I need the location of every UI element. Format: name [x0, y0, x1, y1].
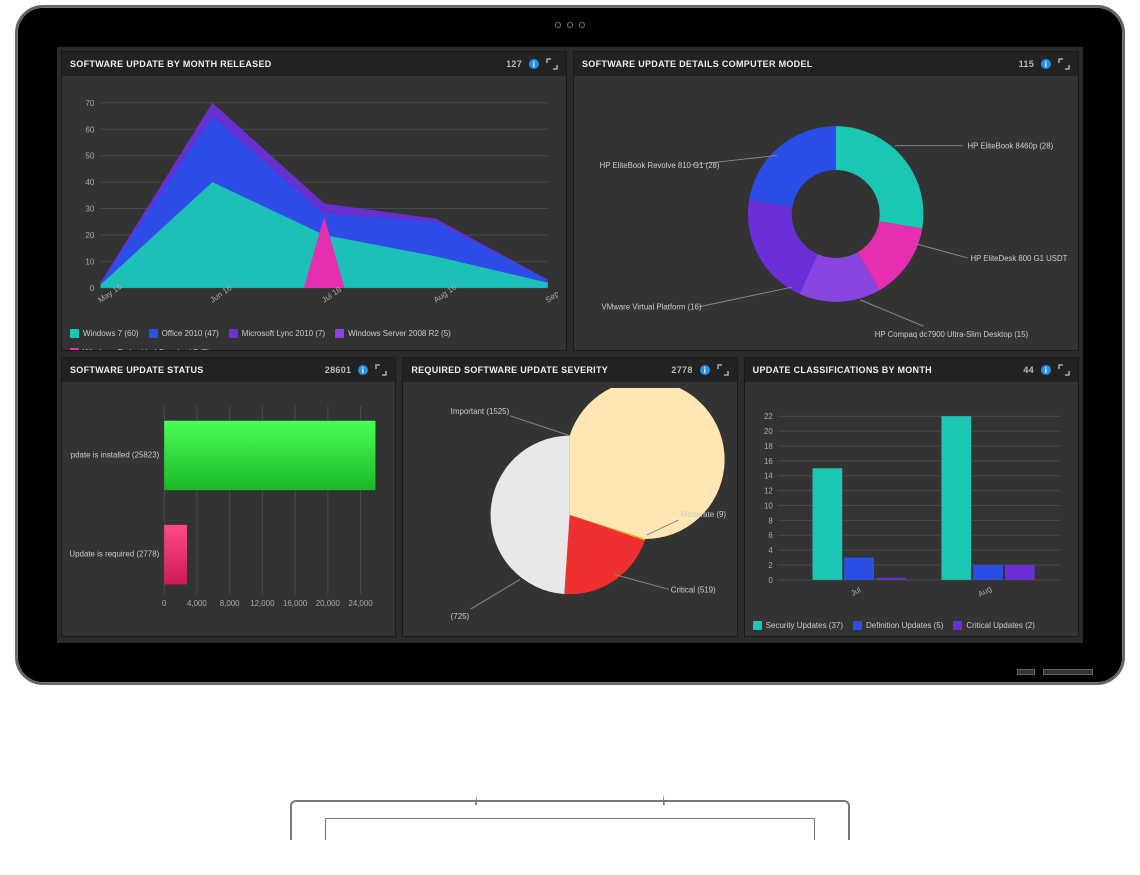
- panel-updates-by-month: SOFTWARE UPDATE BY MONTH RELEASED 127 i: [61, 51, 567, 351]
- svg-text:i: i: [703, 366, 706, 375]
- legend-label: Windows Server 2008 R2 (5): [348, 329, 451, 338]
- info-icon[interactable]: i: [357, 364, 369, 376]
- legend-label: Critical Updates (2): [966, 621, 1034, 630]
- svg-text:Aug: Aug: [976, 584, 993, 599]
- panel-update-status: SOFTWARE UPDATE STATUS 28601 i: [61, 357, 396, 637]
- panel-computer-model: SOFTWARE UPDATE DETAILS COMPUTER MODEL 1…: [573, 51, 1079, 351]
- slice-label: Important (1525): [451, 407, 510, 416]
- x-tick: 8,000: [220, 599, 240, 608]
- bar-label: Update is installed (25823): [70, 450, 160, 459]
- legend-label: Security Updates (37): [766, 621, 843, 630]
- slice-label: HP Compaq dc7900 Ultra-Slim Desktop (15): [875, 330, 1029, 339]
- bar-label: Update is required (2778): [70, 550, 160, 559]
- panel-count: 2778: [671, 365, 692, 375]
- panel-count: 127: [506, 59, 522, 69]
- panel-classifications: UPDATE CLASSIFICATIONS BY MONTH 44 i: [744, 357, 1079, 637]
- info-icon[interactable]: i: [699, 364, 711, 376]
- monitor-frame: SOFTWARE UPDATE BY MONTH RELEASED 127 i: [15, 5, 1125, 685]
- svg-text:2: 2: [768, 561, 772, 570]
- panel-count: 28601: [325, 365, 352, 375]
- panel-header: SOFTWARE UPDATE BY MONTH RELEASED 127 i: [62, 52, 566, 76]
- slice-label: HP EliteBook 8460p (28): [968, 142, 1054, 151]
- panel-title: SOFTWARE UPDATE BY MONTH RELEASED: [70, 59, 272, 69]
- info-icon[interactable]: i: [528, 58, 540, 70]
- svg-text:6: 6: [768, 531, 773, 540]
- panel-severity: REQUIRED SOFTWARE UPDATE SEVERITY 2778 i: [402, 357, 737, 637]
- y-tick: 60: [85, 125, 95, 134]
- hbar-chart: Update is installed (25823) Update is re…: [62, 382, 395, 636]
- legend-label: Microsoft Lync 2010 (7): [242, 329, 325, 338]
- dashboard-screen: SOFTWARE UPDATE BY MONTH RELEASED 127 i: [57, 47, 1083, 643]
- monitor-stand-neck: [475, 685, 665, 805]
- x-tick: 20,000: [316, 599, 341, 608]
- svg-text:18: 18: [764, 442, 773, 451]
- legend: Windows 7 (60) Office 2010 (47) Microsof…: [62, 325, 566, 351]
- svg-text:i: i: [362, 366, 365, 375]
- grouped-bar-chart: 0 2 4 6 8 10 12 14 16 18 20 22: [745, 382, 1078, 617]
- slice-label: VMware Virtual Platform (16): [602, 303, 702, 312]
- panel-header: SOFTWARE UPDATE DETAILS COMPUTER MODEL 1…: [574, 52, 1078, 76]
- donut-chart: HP EliteBook 8460p (28) HP EliteBook Rev…: [574, 76, 1078, 350]
- y-tick: 10: [85, 257, 95, 266]
- slice-label: HP EliteDesk 800 G1 USDT (14): [970, 254, 1070, 263]
- panel-title: SOFTWARE UPDATE DETAILS COMPUTER MODEL: [582, 59, 813, 69]
- svg-text:0: 0: [768, 576, 773, 585]
- svg-text:20: 20: [764, 427, 773, 436]
- panel-title: REQUIRED SOFTWARE UPDATE SEVERITY: [411, 365, 608, 375]
- slice-label: Moderate (9): [681, 510, 727, 519]
- expand-icon[interactable]: [717, 364, 729, 376]
- y-tick: 40: [85, 178, 95, 187]
- x-tick: 12,000: [250, 599, 275, 608]
- svg-text:i: i: [1045, 366, 1048, 375]
- expand-icon[interactable]: [1058, 58, 1070, 70]
- svg-text:i: i: [533, 60, 536, 69]
- y-tick: 0: [90, 284, 95, 293]
- svg-text:14: 14: [764, 472, 773, 481]
- y-tick: 50: [85, 152, 95, 161]
- area-chart: 0 10 20 30 40 50 60 70: [62, 76, 566, 325]
- panel-count: 44: [1023, 365, 1034, 375]
- slice-label: Critical (519): [671, 585, 716, 594]
- panel-count: 115: [1019, 59, 1034, 69]
- panel-title: UPDATE CLASSIFICATIONS BY MONTH: [753, 365, 932, 375]
- info-icon[interactable]: i: [1040, 58, 1052, 70]
- panel-title: SOFTWARE UPDATE STATUS: [70, 365, 204, 375]
- legend: Security Updates (37) Definition Updates…: [745, 617, 1078, 636]
- legend-label: Office 2010 (47): [162, 329, 219, 338]
- svg-text:16: 16: [764, 457, 773, 466]
- slice-label: HP EliteBook Revolve 810 G1 (28): [600, 161, 720, 170]
- bezel-buttons: [1017, 669, 1093, 675]
- camera-dots: [555, 22, 585, 28]
- y-tick: 30: [85, 205, 95, 214]
- y-tick: 70: [85, 99, 95, 108]
- x-tick: 0: [162, 599, 167, 608]
- expand-icon[interactable]: [546, 58, 558, 70]
- legend-label: Definition Updates (5): [866, 621, 943, 630]
- y-tick: 20: [85, 231, 95, 240]
- slice-label: (725): [451, 612, 470, 621]
- expand-icon[interactable]: [1058, 364, 1070, 376]
- pie-chart: Important (1525) Moderate (9) Critical (…: [403, 382, 736, 636]
- x-tick: 4,000: [187, 599, 207, 608]
- svg-text:12: 12: [764, 487, 773, 496]
- svg-text:10: 10: [764, 501, 773, 510]
- svg-text:22: 22: [764, 412, 773, 421]
- info-icon[interactable]: i: [1040, 364, 1052, 376]
- monitor-stand-base-inner: [325, 818, 815, 840]
- svg-text:4: 4: [768, 546, 773, 555]
- svg-text:8: 8: [768, 516, 773, 525]
- expand-icon[interactable]: [375, 364, 387, 376]
- legend-label: Windows Embedded Standard 7 (5): [83, 348, 210, 351]
- svg-text:Jul: Jul: [849, 585, 862, 598]
- x-tick: 16,000: [283, 599, 308, 608]
- legend-label: Windows 7 (60): [83, 329, 139, 338]
- x-tick: 24,000: [348, 599, 373, 608]
- svg-text:i: i: [1045, 60, 1048, 69]
